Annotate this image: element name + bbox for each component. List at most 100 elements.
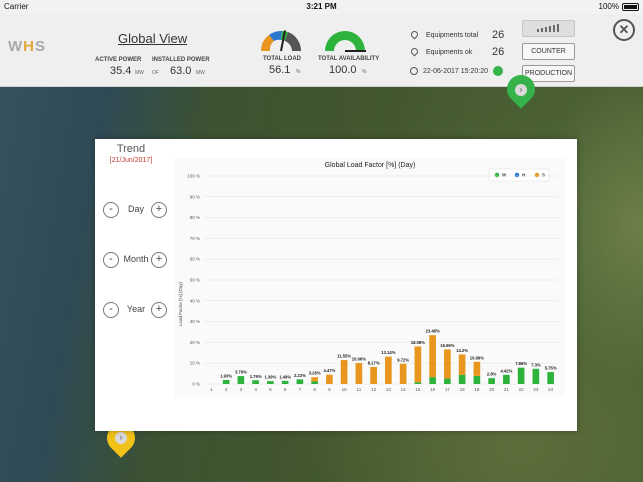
bar-W xyxy=(458,374,466,384)
chart-title: Global Load Factor [%] (Day) xyxy=(325,162,416,169)
x-tick-label: 24 xyxy=(548,387,554,392)
data-label: 5.75% xyxy=(545,366,557,371)
x-tick-label: 1 xyxy=(210,387,213,392)
month-label: Month xyxy=(123,254,149,264)
bar-S xyxy=(311,377,318,382)
y-tick-label: 20 % xyxy=(190,340,200,345)
day-label: Day xyxy=(127,204,144,214)
month-control: - Month + xyxy=(103,252,169,268)
data-label: 10.06% xyxy=(352,357,366,362)
x-tick-label: 20 xyxy=(489,387,495,392)
bar-S xyxy=(444,349,451,379)
bar-S xyxy=(326,374,333,384)
chevron-right-icon[interactable]: › xyxy=(515,84,527,96)
data-label: 2.8% xyxy=(487,372,497,377)
bar-W xyxy=(281,380,289,384)
x-tick-label: 19 xyxy=(474,387,480,392)
y-tick-label: 90 % xyxy=(190,194,200,199)
x-tick-label: 2 xyxy=(225,387,228,392)
chart-x-ticks: 1 2 3 4 5 6 7 8 9 10 11 12 13 14 15 16 17 18 19 20 21 22 23 24 xyxy=(210,387,554,392)
bar-S xyxy=(414,346,422,383)
active-power-label: ACTIVE POWER xyxy=(95,57,142,63)
x-tick-label: 16 xyxy=(430,387,436,392)
data-label: 14.2% xyxy=(456,348,468,353)
active-power-unit: MW xyxy=(135,70,144,76)
x-tick-label: 6 xyxy=(284,387,287,392)
equipments-total-value: 26 xyxy=(492,29,505,41)
x-tick-label: 13 xyxy=(386,387,392,392)
month-plus-button[interactable]: + xyxy=(151,252,167,268)
year-plus-button[interactable]: + xyxy=(151,302,167,318)
x-tick-label: 12 xyxy=(371,387,377,392)
bar-S xyxy=(370,367,377,384)
total-availability-unit: % xyxy=(362,69,367,75)
bar-W xyxy=(311,381,318,384)
data-label: 9.72% xyxy=(397,357,409,362)
total-availability-label: TOTAL AVAILABILITY xyxy=(318,56,380,62)
bar-W xyxy=(473,375,481,384)
x-tick-label: 9 xyxy=(328,387,331,392)
data-label: 3.28% xyxy=(309,371,321,376)
data-label: 4.42% xyxy=(500,368,512,373)
total-load-unit: % xyxy=(296,69,301,75)
x-tick-label: 21 xyxy=(504,387,510,392)
data-label: 2.22% xyxy=(294,373,306,378)
y-tick-label: 50 % xyxy=(190,278,200,283)
bar-S xyxy=(458,354,466,375)
location-pin-icon xyxy=(409,29,420,40)
y-tick-label: 10 % xyxy=(190,361,200,366)
bar-S xyxy=(429,335,436,378)
app-header: WHS Global View ACTIVE POWER 35.4 MW INS… xyxy=(0,14,643,87)
day-plus-button[interactable]: + xyxy=(151,202,167,218)
data-label: 10.69% xyxy=(470,355,484,360)
last-update-timestamp: 22-06-2017 15:20:20 xyxy=(423,68,488,75)
legend-label: S xyxy=(542,173,545,178)
installed-power-unit: MW xyxy=(196,70,205,76)
data-label: 4.47% xyxy=(323,368,335,373)
logo-letter: W xyxy=(8,38,24,55)
x-tick-label: 10 xyxy=(342,387,348,392)
bar-W xyxy=(547,372,554,384)
status-ok-icon xyxy=(493,66,503,76)
x-tick-label: 14 xyxy=(401,387,407,392)
x-tick-label: 23 xyxy=(533,387,539,392)
data-label: 1.79% xyxy=(250,374,262,379)
year-control: - Year + xyxy=(103,302,169,318)
chart-legend: WHS xyxy=(488,168,550,182)
close-icon[interactable]: ✕ xyxy=(613,19,635,41)
x-tick-label: 7 xyxy=(299,387,302,392)
year-label: Year xyxy=(126,304,146,314)
day-minus-button[interactable]: - xyxy=(103,202,119,218)
bar-W xyxy=(296,379,304,384)
equipments-ok-value: 26 xyxy=(492,46,505,58)
year-minus-button[interactable]: - xyxy=(103,302,119,318)
x-tick-label: 4 xyxy=(254,387,257,392)
bar-W xyxy=(237,376,245,384)
data-label: 7.3% xyxy=(531,362,541,367)
bar-W xyxy=(444,378,451,384)
legend-swatch-S xyxy=(534,172,540,178)
bar-W xyxy=(488,378,495,384)
chart-grid: 0 % 10 % 20 % 30 % 40 % 50 % 60 % 70 % 80 % 90 % 1… xyxy=(187,174,558,387)
chevron-right-icon[interactable]: › xyxy=(115,432,127,444)
month-minus-button[interactable]: - xyxy=(103,252,119,268)
data-label: 11.55% xyxy=(337,353,351,358)
total-availability-gauge xyxy=(325,31,366,52)
counter-button[interactable]: COUNTER xyxy=(522,43,575,60)
trend-date: [21/Jun/2017] xyxy=(109,157,153,164)
battery-percent: 100% xyxy=(598,2,619,11)
y-tick-label: 30 % xyxy=(190,319,200,324)
x-tick-label: 11 xyxy=(357,387,362,392)
bar-S xyxy=(340,359,348,384)
status-bar: Carrier 3:21 PM 100% xyxy=(0,0,643,14)
data-label: 8.17% xyxy=(368,361,380,366)
data-label: 7.86% xyxy=(515,361,527,366)
signal-strength-button[interactable] xyxy=(522,20,575,37)
bar-W xyxy=(532,368,540,384)
page-title[interactable]: Global View xyxy=(118,31,187,46)
y-axis-label: Load Factor [%] (Day) xyxy=(178,281,183,326)
x-tick-label: 8 xyxy=(313,387,316,392)
bar-W xyxy=(252,380,259,384)
logo-letter: S xyxy=(35,38,47,55)
legend-label: H xyxy=(522,173,525,178)
